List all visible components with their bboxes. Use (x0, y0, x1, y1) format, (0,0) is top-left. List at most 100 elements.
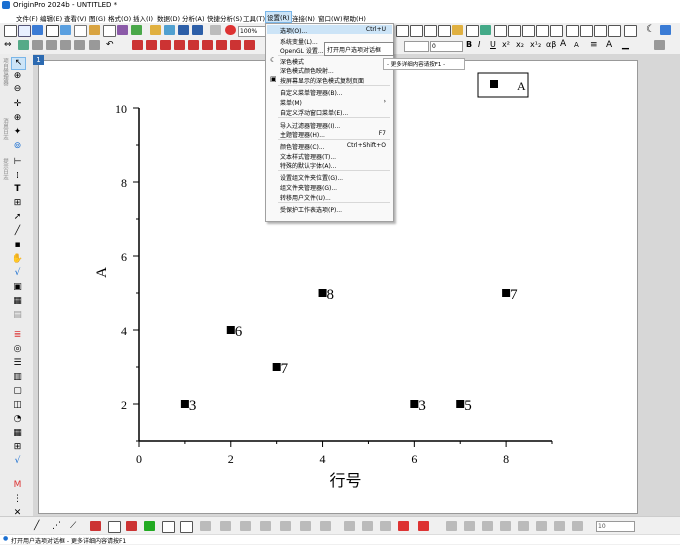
back-icon[interactable] (464, 521, 475, 531)
scale-icon[interactable] (344, 521, 355, 531)
histogram-icon[interactable] (108, 521, 121, 533)
y-tick-label: 4 (121, 324, 127, 338)
data-point (410, 400, 419, 408)
scatter-plot-icon[interactable]: ⋰ (52, 521, 63, 531)
forward-icon[interactable] (482, 521, 493, 531)
menu-item-shortcut: Ctrl+Shift+O (346, 142, 386, 149)
menu-item[interactable]: 文本样式管理器(T)... (267, 151, 392, 161)
menu-item[interactable]: 自定义浮动窗口菜单(E)... (267, 107, 392, 117)
x-tick-label: 2 (228, 452, 234, 466)
data-label: 5 (464, 398, 472, 414)
data-marks: 3 6 7 8 3 5 7 (180, 287, 518, 414)
menu-item-label: 主题管理器(H)... (280, 132, 325, 139)
box-plot-icon[interactable] (126, 521, 137, 531)
data-point (318, 289, 327, 297)
data-label: 6 (235, 324, 243, 340)
template-icon[interactable] (240, 521, 251, 531)
menu-item[interactable]: 深色模式颜色映射... (267, 65, 392, 75)
pointer-list-icon[interactable] (398, 521, 409, 531)
menu-item-shortcut: F7 (378, 130, 386, 137)
menu-item-label: 菜单(M) (280, 100, 302, 107)
menu-item[interactable]: 受保护工作表选项(P)... (267, 204, 392, 214)
menu-item-label: 组文件夹管理器(G)... (280, 185, 338, 192)
data-label: 7 (510, 287, 518, 303)
submenu-arrow-icon: › (383, 98, 386, 105)
plot-toolbar: ╱ ⋰ ⟋ 10 (0, 516, 680, 535)
menu-item-label: 选项(O)... (280, 28, 308, 35)
menu-item-label: 深色模式颜色映射... (280, 68, 334, 75)
menu-item[interactable]: 颜色管理器(C)... Ctrl+Shift+O (267, 141, 392, 151)
copy-icon: ▣ (270, 75, 277, 83)
status-text: 打开用户选项对话框 - 更多详细内容请按F1 (11, 538, 127, 545)
x-tick-label: 4 (320, 452, 326, 466)
menu-separator (278, 202, 390, 203)
align-layers-icon[interactable] (320, 521, 331, 531)
menu-item-label: 受保护工作表选项(P)... (280, 207, 343, 214)
size-field[interactable]: 10 (596, 521, 635, 532)
y-tick-label: 6 (121, 250, 127, 264)
status-icon: ● (3, 535, 9, 542)
hint-popup: - 更多详细内容请按F1 - (383, 58, 465, 70)
front-icon[interactable] (446, 521, 457, 531)
distribute-h-icon[interactable] (518, 521, 529, 531)
data-point (272, 363, 281, 371)
swap-icon[interactable] (362, 521, 373, 531)
menu-item-label: 转移用户文件(U)... (280, 195, 331, 202)
x-tick-label: 0 (136, 452, 142, 466)
y-tick-label: 2 (121, 398, 127, 412)
menu-separator (278, 139, 390, 140)
menu-item[interactable]: 设置组文件夹位置(G)... (267, 172, 392, 182)
menu-item[interactable]: 选项(O)... Ctrl+U (267, 25, 392, 35)
contour-icon[interactable] (200, 521, 211, 531)
menu-item-label: 按屏幕显示的深色模式复制页面 (280, 78, 365, 85)
bar-icon[interactable] (418, 521, 429, 531)
column-plot-icon[interactable] (90, 521, 101, 531)
same-height-icon[interactable] (572, 521, 583, 531)
legend-symbol (490, 80, 498, 88)
data-label: 3 (418, 398, 426, 414)
distribute-v-icon[interactable] (536, 521, 547, 531)
area-plot-icon[interactable] (144, 521, 155, 531)
tooltip-text: 打开用户选项对话框 (327, 47, 382, 54)
same-width-icon[interactable] (554, 521, 565, 531)
data-label: 8 (327, 287, 335, 303)
moon-icon: ☾ (270, 56, 277, 64)
menu-item[interactable]: 转移用户文件(U)... (267, 192, 392, 202)
backward-icon[interactable] (500, 521, 511, 531)
group-icon[interactable] (380, 521, 391, 531)
layer-manage-icon[interactable] (280, 521, 291, 531)
legend-entry: A (517, 79, 526, 93)
merge-icon[interactable] (260, 521, 271, 531)
menu-item-label: 颜色管理器(C)... (280, 144, 325, 151)
y-tick-label: 10 (115, 102, 127, 116)
menu-item[interactable]: ☾ 深色模式 (267, 56, 392, 67)
y-axis-label[interactable]: A (94, 267, 110, 278)
line-plot-icon[interactable]: ╱ (34, 521, 45, 531)
menu-item-label: 特殊的默认字体(A)... (280, 163, 337, 170)
data-point (456, 400, 465, 408)
3d-plot-icon[interactable] (220, 521, 231, 531)
menu-separator (278, 117, 390, 118)
line-symbol-icon[interactable]: ⟋ (70, 521, 81, 531)
menu-item[interactable]: 组文件夹管理器(G)... (267, 182, 392, 192)
menu-item[interactable]: ▣ 按屏幕显示的深色模式复制页面 (267, 75, 392, 86)
menu-item[interactable]: 主题管理器(H)... F7 (267, 129, 392, 139)
data-point (180, 400, 189, 408)
x-axis-label[interactable]: 行号 (329, 472, 361, 490)
data-label: 7 (281, 361, 289, 377)
polar-plot-icon[interactable] (180, 521, 193, 533)
y-tick-label: 8 (121, 176, 127, 190)
menu-item-shortcut: Ctrl+U (365, 26, 386, 33)
menu-item[interactable]: 自定义菜单管理器(B)... (267, 87, 392, 97)
pie-plot-icon[interactable] (162, 521, 175, 533)
menu-separator (278, 170, 390, 171)
menu-item[interactable]: 菜单(M) › (267, 97, 392, 107)
menu-item[interactable]: 导入过滤器管理器(I)... (267, 120, 392, 130)
arrange-icon[interactable] (300, 521, 311, 531)
tooltip: 打开用户选项对话框 (324, 42, 394, 56)
menu-item[interactable]: 特殊的默认字体(A)... (267, 160, 392, 170)
x-tick-label: 6 (411, 452, 417, 466)
data-point (502, 289, 511, 297)
data-label: 3 (189, 398, 197, 414)
x-tick-label: 8 (503, 452, 509, 466)
